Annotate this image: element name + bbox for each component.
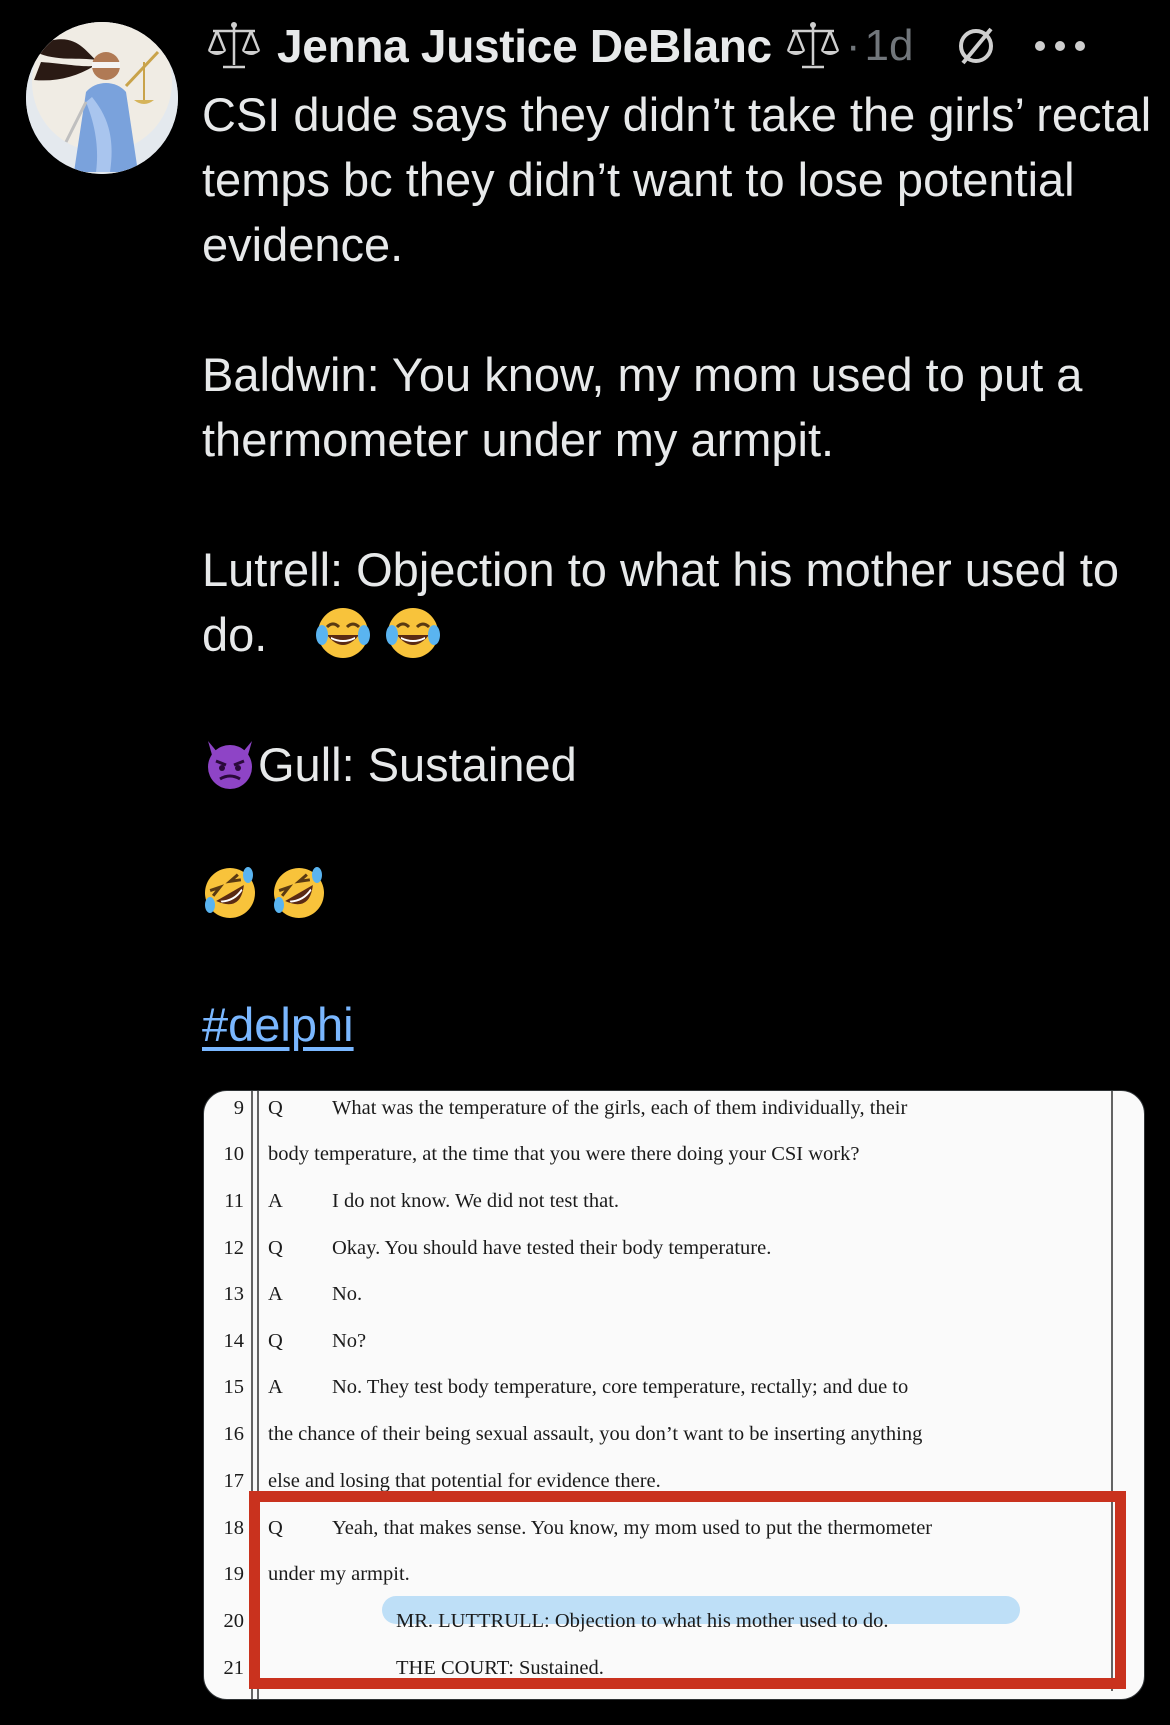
scales-of-justice-icon — [207, 22, 261, 69]
transcript-line: 9 Q What was the temperature of the girls,… — [233, 1097, 908, 1119]
red-highlight-box — [249, 1491, 1126, 1689]
face-with-tears-of-joy-emoji — [316, 608, 371, 658]
transcript-line: 12 Q Okay. You should have tested their bo… — [223, 1237, 772, 1259]
face-with-tears-of-joy-emoji — [385, 608, 440, 658]
tweet-timestamp[interactable]: 1d — [864, 21, 913, 71]
muted-icon[interactable] — [953, 23, 999, 69]
transcript-line: 16 the chance of their being sexual assau… — [223, 1423, 923, 1445]
attached-transcript-image[interactable]: 9 Q What was the temperature of the girls,… — [203, 1090, 1145, 1700]
tweet-paragraph: Baldwin: You know, my mom used to put a … — [202, 348, 1083, 466]
transcript-line: 11 A I do not know. We did not test that. — [224, 1190, 620, 1212]
author-avatar[interactable] — [26, 22, 178, 174]
transcript-line: 15 A No. They test body temperature, core … — [223, 1376, 909, 1398]
rolling-on-floor-laughing-emoji — [205, 867, 255, 918]
hashtag-link[interactable]: #delphi — [202, 998, 354, 1051]
tweet-paragraph: CSI dude says they didn’t take the girls… — [202, 88, 1152, 271]
transcript-line: 13 A No. — [223, 1283, 363, 1305]
tweet-header: Jenna Justice DeBlanc · 1d — [205, 14, 1170, 78]
scales-of-justice-icon — [786, 22, 839, 69]
more-options-icon[interactable] — [1031, 36, 1089, 56]
lady-justice-avatar-image — [26, 22, 178, 174]
rolling-on-floor-laughing-emoji — [274, 867, 325, 918]
emoji-line — [202, 862, 1152, 927]
angry-devil-emoji — [208, 741, 252, 789]
author-name[interactable]: Jenna Justice DeBlanc — [277, 19, 772, 73]
transcript-line: 10 body temperature, at the time that you… — [223, 1143, 860, 1165]
tweet-paragraph: Gull: Sustained — [258, 738, 577, 791]
separator-dot: · — [845, 21, 861, 70]
tweet-body: CSI dude says they didn’t take the girls… — [202, 82, 1152, 1057]
transcript-line: 14 Q No? — [223, 1330, 367, 1352]
tweet-paragraph-with-emoji: Gull: Sustained — [202, 732, 1152, 797]
tweet-paragraph-with-emoji: Lutrell: Objection to what his mother us… — [202, 537, 1152, 667]
